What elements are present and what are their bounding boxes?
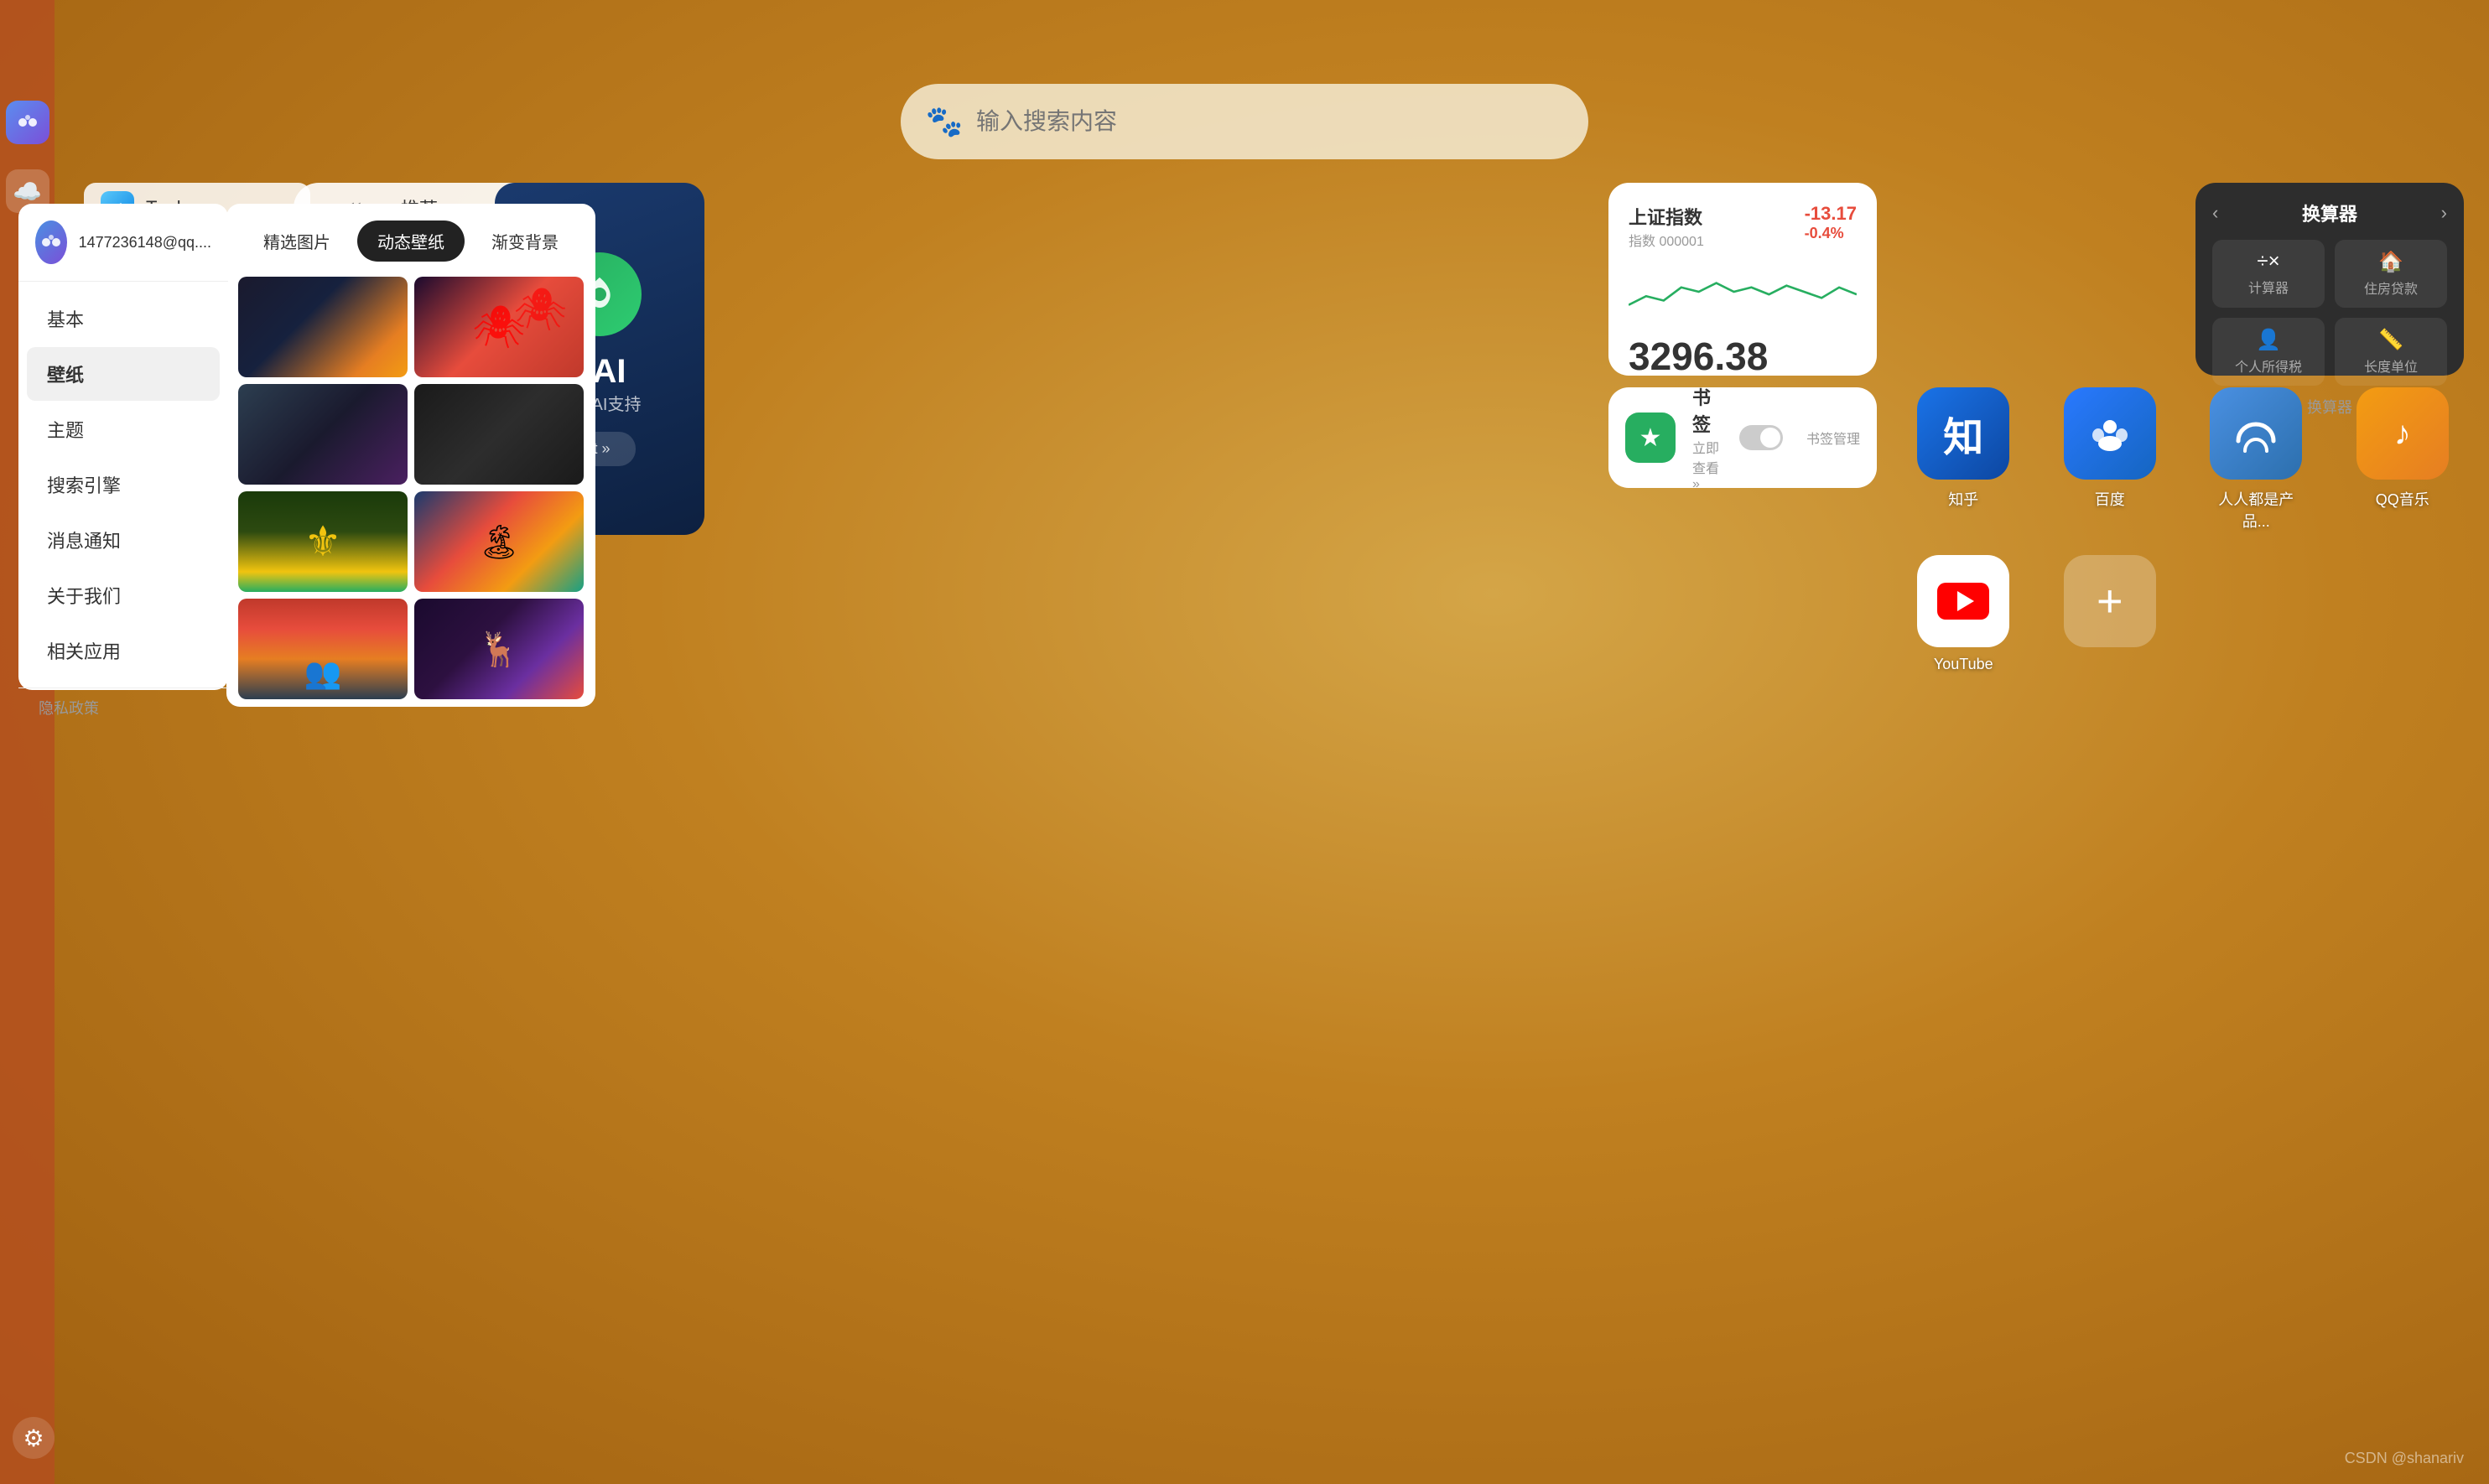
app-item-zhihu[interactable]: 知 知乎: [1902, 387, 2025, 532]
calc-btn-length[interactable]: 📏 长度单位: [2335, 318, 2447, 386]
stock-name: 上证指数: [1629, 203, 1704, 230]
calculator-icon: ÷×: [2257, 250, 2279, 273]
csdn-watermark: CSDN @shanariv: [2345, 1450, 2464, 1467]
settings-user-section: 1477236148@qq....: [18, 221, 228, 282]
baidu-label: 百度: [2095, 488, 2125, 510]
calculator-widget: ‹ 换算器 › ÷× 计算器 🏠 住房贷款 👤 个人所得税 📏 长度单位 换算器: [2195, 183, 2464, 376]
baidu-icon: [2064, 387, 2156, 480]
settings-gear-button[interactable]: ⚙: [13, 1417, 55, 1459]
menu-wallpaper[interactable]: 壁纸: [27, 347, 220, 401]
app-item-youtube[interactable]: YouTube: [1902, 555, 2025, 673]
app-item-baidu[interactable]: 百度: [2049, 387, 2172, 532]
bookmark-title: 书签: [1692, 383, 1723, 437]
zhihu-label: 知乎: [1948, 488, 1978, 510]
bookmark-icon: ★: [1625, 413, 1676, 463]
stock-code: 指数 000001: [1629, 230, 1704, 250]
user-avatar: [35, 221, 67, 264]
stock-header: 上证指数 指数 000001 -13.17 -0.4%: [1629, 203, 1857, 250]
calc-nav-prev[interactable]: ‹: [2212, 202, 2218, 224]
bookmark-label: 书签管理: [1806, 428, 1860, 448]
app-grid: 知 知乎 百度 人人都是产品... ♪ QQ音乐: [1902, 387, 2464, 673]
stock-chart: [1629, 258, 1857, 325]
calc-btn-mortgage[interactable]: 🏠 住房贷款: [2335, 240, 2447, 308]
wallpaper-item-4[interactable]: [414, 384, 584, 485]
wallpaper-item-7[interactable]: 👥: [238, 599, 408, 699]
trident-icon: ⚜: [238, 491, 408, 592]
wallpaper-item-1[interactable]: [238, 277, 408, 377]
menu-search-engine[interactable]: 搜索引擎: [27, 458, 220, 511]
menu-related-apps[interactable]: 相关应用: [27, 624, 220, 677]
bookmark-text: 书签 立即查看 »: [1692, 383, 1723, 492]
zhihu-icon: 知: [1917, 387, 2009, 480]
menu-basic[interactable]: 基本: [27, 292, 220, 345]
menu-theme[interactable]: 主题: [27, 402, 220, 456]
calc-btn-income-tax[interactable]: 👤 个人所得税: [2212, 318, 2325, 386]
bookmark-widget: ★ 书签 立即查看 » 书签管理: [1608, 387, 1877, 488]
wallpaper-grid: 🕷 ⚜ 🏝 👥 🦌: [226, 270, 595, 706]
stock-change-info: -13.17 -0.4%: [1805, 203, 1857, 242]
calc-btn-label-4: 长度单位: [2364, 355, 2418, 376]
stock-info: 上证指数 指数 000001: [1629, 203, 1704, 250]
stock-change-pct: -0.4%: [1805, 225, 1857, 242]
calc-btn-calculator[interactable]: ÷× 计算器: [2212, 240, 2325, 308]
income-tax-icon: 👤: [2256, 328, 2281, 352]
wallpaper-item-8[interactable]: 🦌: [414, 599, 584, 699]
wallpaper-panel: 精选图片 动态壁纸 渐变背景 🕷 ⚜ 🏝 👥 🦌: [226, 204, 595, 707]
mortgage-icon: 🏠: [2378, 250, 2403, 274]
privacy-policy-link[interactable]: 隐私政策: [18, 688, 228, 727]
sidebar-app-icon[interactable]: [6, 101, 49, 144]
youtube-label: YouTube: [1934, 656, 1993, 673]
calc-header: ‹ 换算器 ›: [2212, 200, 2447, 226]
calc-nav-next[interactable]: ›: [2441, 202, 2447, 224]
renren-label: 人人都是产品...: [2206, 488, 2306, 532]
search-input[interactable]: [976, 108, 1563, 135]
stock-widget: 上证指数 指数 000001 -13.17 -0.4% 3296.38 股票: [1608, 183, 1877, 376]
qq-music-icon: ♪: [2356, 387, 2449, 480]
username-label: 1477236148@qq....: [79, 234, 211, 252]
app-item-qq-music[interactable]: ♪ QQ音乐: [2341, 387, 2465, 532]
wallpaper-item-3[interactable]: [238, 384, 408, 485]
settings-menu: 基本 壁纸 主题 搜索引擎 消息通知 关于我们 相关应用: [18, 282, 228, 688]
search-bar: 🐾: [901, 84, 1588, 159]
bookmark-subtitle: 立即查看 »: [1692, 437, 1723, 492]
wallpaper-item-5[interactable]: ⚜: [238, 491, 408, 592]
youtube-icon: [1917, 555, 2009, 647]
calc-grid: ÷× 计算器 🏠 住房贷款 👤 个人所得税 📏 长度单位: [2212, 240, 2447, 386]
calc-btn-label-3: 个人所得税: [2235, 355, 2302, 376]
stock-price: 3296.38: [1629, 334, 1857, 379]
tab-gradient[interactable]: 渐变背景: [471, 221, 579, 262]
app-item-renren[interactable]: 人人都是产品...: [2195, 387, 2318, 532]
wallpaper-tabs: 精选图片 动态壁纸 渐变背景: [226, 204, 595, 270]
calc-title: 换算器: [2302, 200, 2357, 226]
renren-icon: [2210, 387, 2302, 480]
qq-music-label: QQ音乐: [2376, 488, 2429, 510]
menu-about[interactable]: 关于我们: [27, 568, 220, 622]
length-icon: 📏: [2378, 328, 2403, 352]
add-icon: +: [2064, 555, 2156, 647]
stock-change: -13.17: [1805, 203, 1857, 225]
wallpaper-item-6[interactable]: 🏝: [414, 491, 584, 592]
tab-dynamic[interactable]: 动态壁纸: [357, 221, 465, 262]
search-paw-icon: 🐾: [926, 103, 963, 140]
calc-btn-label-2: 住房贷款: [2364, 278, 2418, 298]
menu-notifications[interactable]: 消息通知: [27, 513, 220, 567]
tab-curated[interactable]: 精选图片: [243, 221, 351, 262]
settings-panel: 1477236148@qq.... 基本 壁纸 主题 搜索引擎 消息通知 关于我…: [18, 204, 228, 690]
wallpaper-item-2[interactable]: 🕷: [414, 277, 584, 377]
bookmark-toggle[interactable]: [1739, 425, 1783, 450]
app-item-add[interactable]: +: [2049, 555, 2172, 673]
calc-btn-label-1: 计算器: [2248, 277, 2289, 297]
